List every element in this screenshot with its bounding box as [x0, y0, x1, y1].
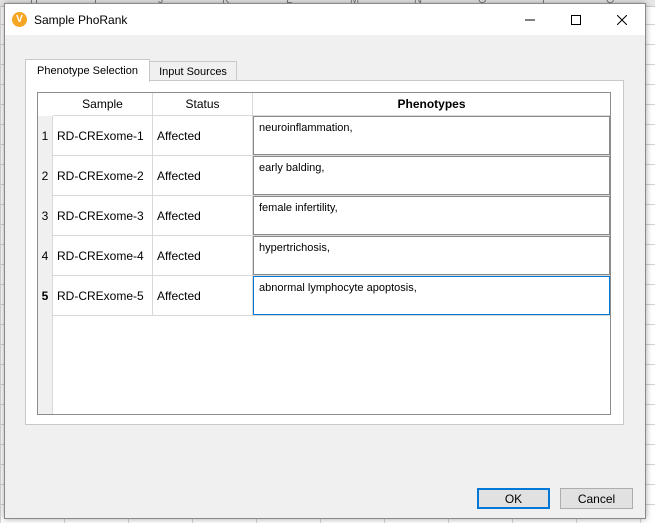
sample-cell[interactable]: RD-CRExome-4: [53, 236, 153, 276]
table-row[interactable]: 4 RD-CRExome-4 Affected hypertrichosis,: [38, 236, 610, 276]
sample-cell[interactable]: RD-CRExome-3: [53, 196, 153, 236]
phenotypes-input[interactable]: abnormal lymphocyte apoptosis,: [253, 276, 610, 315]
sample-cell[interactable]: RD-CRExome-2: [53, 156, 153, 196]
cancel-button[interactable]: Cancel: [560, 488, 633, 509]
column-header-phenotypes[interactable]: Phenotypes: [253, 93, 610, 116]
column-header-sample[interactable]: Sample: [53, 93, 153, 116]
table-row[interactable]: 5 RD-CRExome-5 Affected abnormal lymphoc…: [38, 276, 610, 316]
table-row[interactable]: 3 RD-CRExome-3 Affected female infertili…: [38, 196, 610, 236]
tab-panel: Sample Status Phenotypes 1 RD-CRExome-1 …: [25, 80, 624, 425]
status-cell[interactable]: Affected: [153, 196, 253, 236]
app-logo-icon: V: [12, 12, 27, 27]
table-header: Sample Status Phenotypes: [38, 93, 610, 116]
close-button[interactable]: [599, 4, 645, 35]
phenotypes-cell: female infertility,: [253, 196, 610, 236]
phenotypes-cell: neuroinflammation,: [253, 116, 610, 156]
status-cell[interactable]: Affected: [153, 236, 253, 276]
dialog-window: V Sample PhoRank Phenotype Selection Inp…: [4, 3, 646, 519]
status-cell[interactable]: Affected: [153, 156, 253, 196]
phenotypes-input[interactable]: hypertrichosis,: [253, 236, 610, 275]
phenotypes-cell: hypertrichosis,: [253, 236, 610, 276]
tab-input-sources[interactable]: Input Sources: [150, 61, 237, 82]
title-bar[interactable]: V Sample PhoRank: [5, 4, 645, 35]
tab-phenotype-selection[interactable]: Phenotype Selection: [25, 59, 150, 82]
minimize-button[interactable]: [507, 4, 553, 35]
phenotypes-cell: early balding,: [253, 156, 610, 196]
sample-cell[interactable]: RD-CRExome-1: [53, 116, 153, 156]
phenotype-table: Sample Status Phenotypes 1 RD-CRExome-1 …: [37, 92, 611, 415]
minimize-icon: [525, 19, 535, 20]
ok-button[interactable]: OK: [477, 488, 550, 509]
table-row[interactable]: 2 RD-CRExome-2 Affected early balding,: [38, 156, 610, 196]
row-number: 5: [41, 289, 49, 303]
row-number: 4: [41, 249, 49, 263]
tab-label: Phenotype Selection: [37, 65, 138, 77]
window-title: Sample PhoRank: [34, 13, 128, 27]
table-row[interactable]: 1 RD-CRExome-1 Affected neuroinflammatio…: [38, 116, 610, 156]
sample-cell[interactable]: RD-CRExome-5: [53, 276, 153, 316]
table-empty-area: [53, 316, 610, 414]
column-header-status[interactable]: Status: [153, 93, 253, 116]
maximize-icon: [571, 14, 581, 25]
phenotypes-cell: abnormal lymphocyte apoptosis,: [253, 276, 610, 316]
tab-label: Input Sources: [159, 65, 227, 78]
row-number: 1: [41, 129, 49, 143]
phenotypes-input[interactable]: female infertility,: [253, 196, 610, 235]
row-number: 3: [41, 209, 49, 223]
app-logo-letter: V: [16, 14, 23, 25]
row-number: 2: [41, 169, 49, 183]
close-icon: [617, 14, 627, 25]
maximize-button[interactable]: [553, 4, 599, 35]
phenotypes-input[interactable]: neuroinflammation,: [253, 116, 610, 155]
status-cell[interactable]: Affected: [153, 116, 253, 156]
phenotypes-input[interactable]: early balding,: [253, 156, 610, 195]
status-cell[interactable]: Affected: [153, 276, 253, 316]
